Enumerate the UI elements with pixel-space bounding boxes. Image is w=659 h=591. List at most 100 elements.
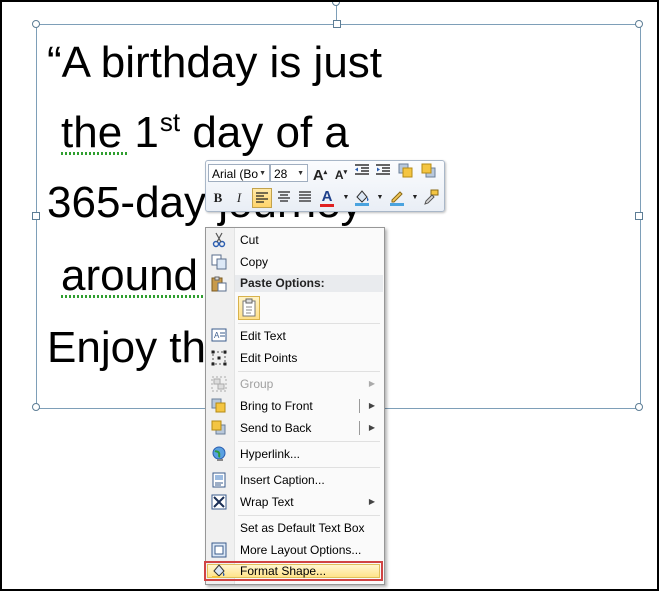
wrap-text-icon (210, 494, 227, 510)
rotation-handle[interactable] (332, 2, 340, 6)
resize-handle-bottom-right[interactable] (635, 403, 643, 411)
text-line-2-end: day of a (180, 108, 349, 157)
menu-item-more-layout-options[interactable]: More Layout Options... (206, 539, 384, 561)
grow-font-glyph: A (312, 167, 324, 184)
paste-keep-text-only-button[interactable] (238, 296, 260, 320)
resize-handle-top[interactable] (333, 20, 341, 28)
text-line-2-start: the 1 (61, 108, 159, 157)
menu-item-edit-points[interactable]: Edit Points (206, 347, 384, 369)
edit-text-icon: A (210, 328, 227, 344)
mini-toolbar: Arial (Bo ▼ 28 ▼ A▴ A▾ B I A ▼ ▼ ▼ (205, 160, 445, 212)
group-icon (210, 376, 227, 392)
spelling-squiggle (61, 295, 209, 298)
font-size-select[interactable]: 28 ▼ (270, 164, 308, 182)
shrink-font-glyph: A (334, 168, 344, 182)
menu-item-label: Send to Back (240, 421, 312, 435)
resize-handle-bottom-left[interactable] (32, 403, 40, 411)
spelling-squiggle (61, 152, 129, 155)
submenu-arrow-icon: ▶ (368, 497, 375, 506)
submenu-arrow-icon[interactable]: ▶ (369, 395, 375, 417)
bold-glyph: B (213, 190, 223, 205)
paste-options-label: Paste Options: (240, 276, 325, 290)
layout-options-icon (210, 542, 227, 558)
menu-item-label: Copy (240, 255, 269, 269)
submenu-arrow-icon: ▶ (368, 379, 375, 388)
hyperlink-globe-icon (210, 446, 227, 462)
bring-to-front-icon (210, 398, 227, 414)
format-painter-icon[interactable] (421, 188, 441, 208)
scissors-icon (210, 232, 227, 248)
menu-item-insert-caption[interactable]: Insert Caption... (206, 469, 384, 491)
menu-separator (238, 441, 380, 442)
menu-item-label: Bring to Front (240, 399, 313, 413)
menu-separator (238, 371, 380, 372)
menu-item-label: Edit Points (240, 351, 298, 365)
resize-handle-left[interactable] (32, 212, 40, 220)
menu-item-copy[interactable]: Copy (206, 251, 384, 273)
menu-separator (238, 467, 380, 468)
chevron-down-icon: ▼ (259, 170, 266, 177)
menu-item-label: Cut (240, 233, 259, 247)
font-color-icon[interactable]: A (317, 187, 337, 207)
resize-handle-right[interactable] (635, 212, 643, 220)
menu-item-format-shape[interactable]: Format Shape... (206, 561, 384, 581)
send-to-back-icon (210, 420, 227, 436)
chevron-down-icon: ▼ (297, 170, 304, 177)
menu-item-label: More Layout Options... (240, 543, 362, 557)
menu-item-label: Group (240, 377, 274, 391)
decrease-indent-icon[interactable] (352, 163, 372, 183)
menu-item-cut[interactable]: Cut (206, 229, 384, 251)
insert-caption-icon (210, 472, 227, 488)
paste-text-icon (242, 298, 256, 317)
font-name-select[interactable]: Arial (Bo ▼ (208, 164, 270, 182)
menu-item-label: Wrap Text (240, 495, 294, 509)
font-size-value: 28 (274, 167, 288, 181)
italic-icon[interactable]: I (229, 188, 249, 208)
text-line-2: the 1st day of a (61, 108, 349, 157)
grow-font-icon[interactable]: A▴ (310, 163, 330, 184)
submenu-arrow-icon[interactable]: ▶ (369, 417, 375, 439)
svg-text:A: A (214, 331, 220, 340)
menu-separator (238, 323, 380, 324)
shape-outline-icon[interactable] (387, 188, 407, 208)
menu-item-label: Set as Default Text Box (240, 521, 365, 535)
context-menu: Cut Copy Paste Options: A Edit Text Edit… (204, 227, 385, 585)
text-line-5: Enjoy th (47, 323, 206, 372)
menu-separator (238, 515, 380, 516)
menu-item-label: Format Shape... (240, 564, 327, 578)
align-right-icon[interactable] (295, 188, 315, 208)
menu-item-group: Group ▶ (206, 373, 384, 395)
italic-glyph: I (236, 190, 242, 205)
send-backward-icon[interactable] (419, 163, 439, 183)
increase-indent-icon[interactable] (373, 163, 393, 183)
format-shape-icon (210, 563, 227, 579)
menu-item-bring-to-front[interactable]: Bring to Front ▶ (206, 395, 384, 417)
copy-icon (210, 254, 227, 270)
bring-forward-icon[interactable] (396, 163, 416, 183)
resize-handle-top-right[interactable] (635, 20, 643, 28)
menu-item-label: Insert Caption... (240, 473, 325, 487)
resize-handle-top-left[interactable] (32, 20, 40, 28)
edit-points-icon (210, 350, 227, 366)
bold-icon[interactable]: B (208, 188, 228, 208)
document-canvas: “A birthday is just the 1st day of a 365… (0, 0, 659, 591)
menu-item-send-to-back[interactable]: Send to Back ▶ (206, 417, 384, 439)
menu-item-wrap-text[interactable]: Wrap Text ▶ (206, 491, 384, 513)
menu-item-hyperlink[interactable]: Hyperlink... (206, 443, 384, 465)
center-icon[interactable] (274, 188, 294, 208)
shrink-font-icon[interactable]: A▾ (331, 163, 351, 183)
text-line-1: “A birthday is just (47, 38, 383, 87)
align-left-icon[interactable] (252, 188, 272, 208)
menu-item-label: Hyperlink... (240, 447, 301, 461)
ordinal-superscript: st (159, 107, 181, 137)
font-name-value: Arial (Bo (212, 167, 259, 181)
paste-icon (210, 276, 227, 292)
menu-item-edit-text[interactable]: A Edit Text (206, 325, 384, 347)
split-divider (359, 421, 360, 435)
split-divider (359, 399, 360, 413)
text-line-4: around (61, 251, 199, 300)
menu-item-set-default-text-box[interactable]: Set as Default Text Box (206, 517, 384, 539)
paste-options-header: Paste Options: (235, 275, 383, 292)
shape-fill-icon[interactable] (352, 188, 372, 208)
font-color-glyph: A (321, 188, 333, 205)
